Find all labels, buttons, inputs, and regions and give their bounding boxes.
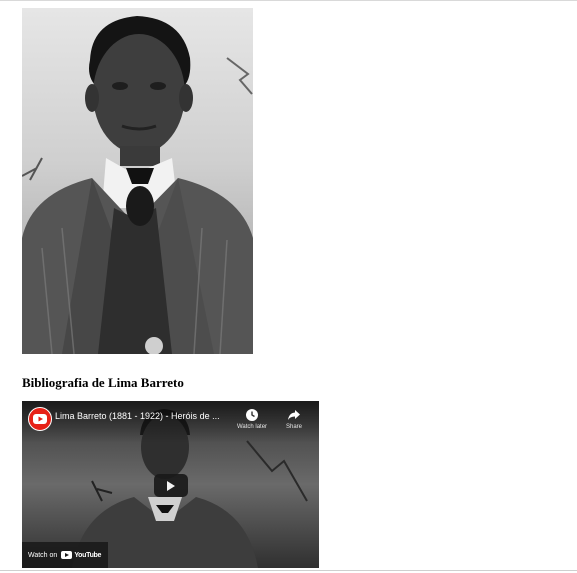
- watch-on-youtube-button[interactable]: Watch on YouTube: [22, 542, 109, 568]
- share-arrow-icon: [274, 408, 314, 422]
- youtube-wordmark: YouTube: [74, 551, 102, 559]
- section-heading: Bibliografia de Lima Barreto: [22, 375, 184, 390]
- watch-later-label: Watch later: [236, 424, 268, 430]
- youtube-play-icon: [61, 551, 73, 559]
- youtube-embed[interactable]: Lima Barreto (1881 - 1922) - Heróis de .…: [22, 401, 319, 568]
- watch-later-button[interactable]: Watch later: [232, 408, 272, 430]
- watch-on-label: Watch on: [28, 551, 58, 559]
- portrait-image: [22, 8, 253, 354]
- share-label: Share: [285, 424, 302, 430]
- youtube-logo: YouTube: [61, 551, 101, 559]
- bottom-divider: [0, 570, 577, 571]
- channel-avatar[interactable]: [28, 407, 52, 431]
- play-button[interactable]: [154, 474, 188, 497]
- top-divider: [0, 0, 577, 1]
- play-icon: [167, 481, 175, 491]
- share-button[interactable]: Share: [274, 408, 314, 430]
- video-title[interactable]: Lima Barreto (1881 - 1922) - Heróis de .…: [55, 411, 227, 421]
- clock-icon: [232, 408, 272, 422]
